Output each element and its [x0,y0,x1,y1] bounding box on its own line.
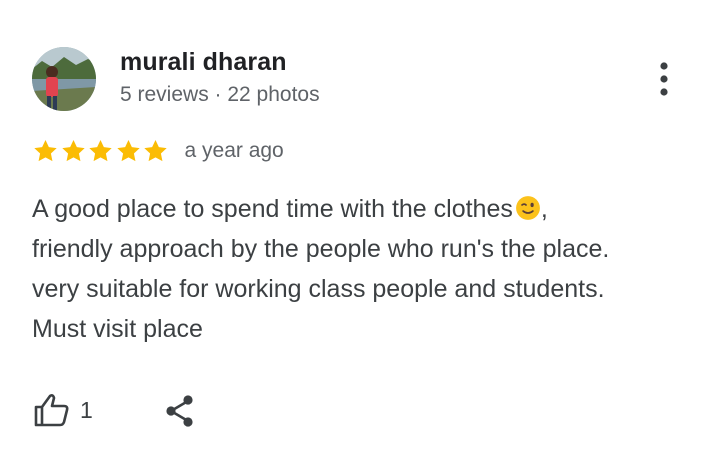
more-vertical-icon [660,62,668,96]
thumbs-up-icon [34,394,69,427]
like-count: 1 [80,396,93,423]
avatar[interactable] [32,47,96,111]
star-icon [116,139,140,162]
review-text: A good place to spend time with the clot… [32,189,702,349]
winking-face-emoji-icon [515,196,540,220]
review-date: a year ago [184,139,284,162]
review-line: A good place to spend time with the clot… [32,195,513,223]
reviewer-stats: 5 reviews · 22 photos [120,83,320,106]
review-line: very suitable for working class people a… [32,275,605,303]
review-line: friendly approach by the people who run'… [32,235,610,263]
star-icon [144,139,167,162]
share-icon [166,395,193,427]
like-button[interactable]: 1 [32,390,93,430]
reviewer-name[interactable]: murali dharan [120,48,287,77]
rating-row: a year ago [32,137,284,165]
star-icon [89,139,112,162]
star-icon [61,139,85,162]
star-icon [34,139,57,162]
review-line: Must visit place [32,315,203,343]
more-options-button[interactable] [650,60,678,100]
star-rating [32,138,170,164]
share-button[interactable] [162,393,198,429]
avatar-image [32,47,96,111]
review-punctuation: , [540,195,548,223]
